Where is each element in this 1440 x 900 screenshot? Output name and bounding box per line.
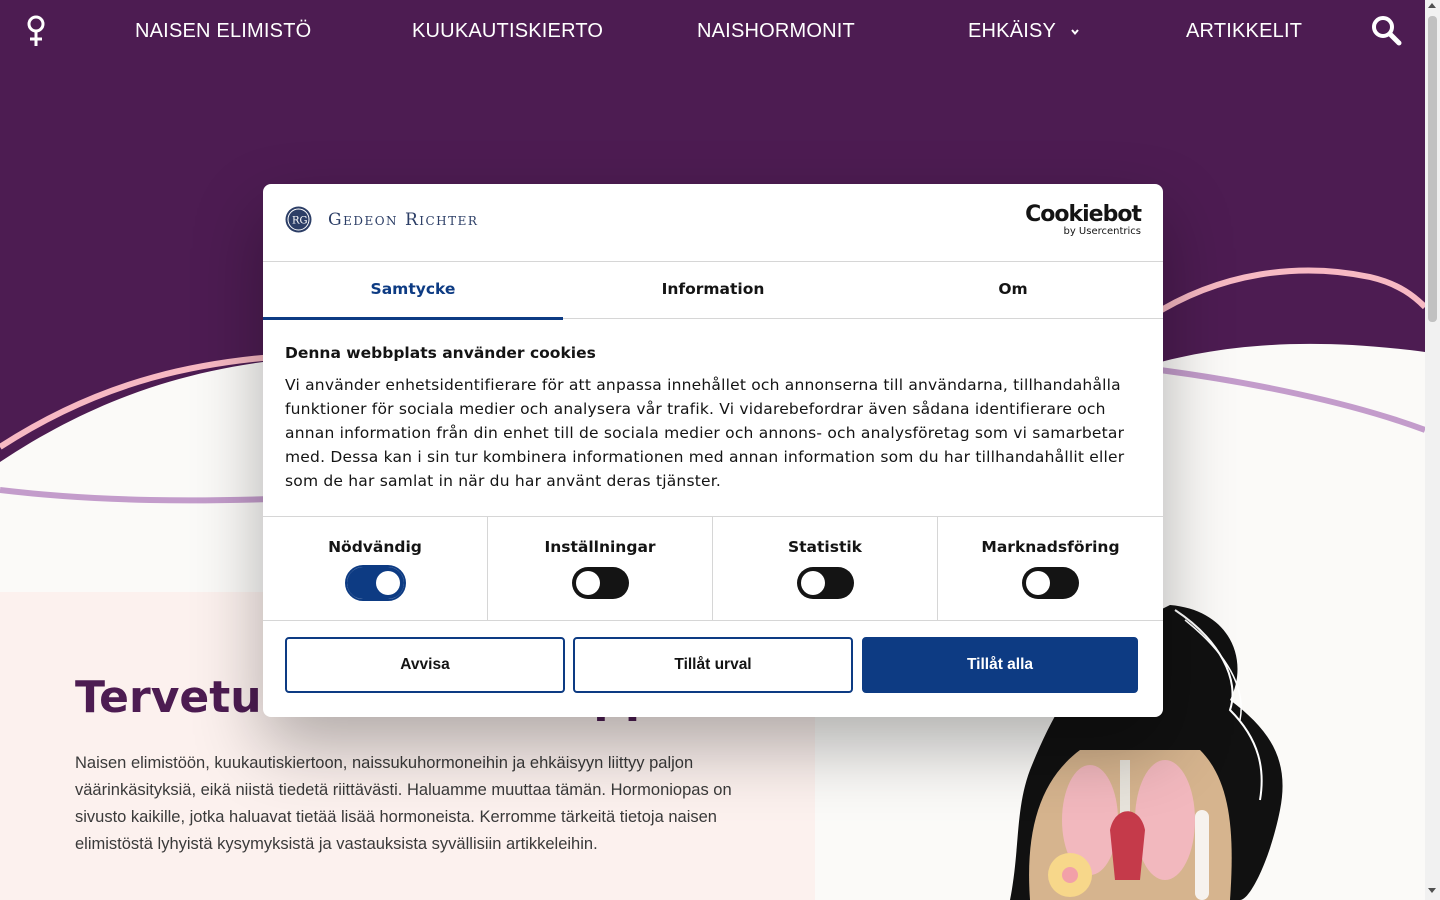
toggle-label-installningar: Inställningar [544, 538, 656, 556]
nav-ehkaisy[interactable]: EHKÄISY [968, 20, 1080, 43]
toggle-statistik[interactable] [796, 567, 854, 599]
gedeon-richter-logo-icon: RG [285, 206, 312, 233]
dialog-body: Denna webbplats använder cookies Vi anvä… [285, 344, 1141, 493]
brand-name: Gedeon Richter [328, 209, 479, 230]
toggle-label-nodvandig: Nödvändig [328, 538, 422, 556]
toggle-label-statistik: Statistik [787, 538, 862, 556]
cookiebot-logo: Cookiebot by Usercentrics [1025, 202, 1142, 238]
toggle-cell-marknadsforing: Marknadsföring [938, 517, 1163, 621]
nav-kuukautiskierto[interactable]: KUUKAUTISKIERTO [412, 20, 603, 43]
female-symbol-icon[interactable] [24, 14, 48, 48]
cookiebot-subtitle: by Usercentrics [1063, 226, 1141, 237]
toggle-cell-statistik: Statistik [713, 517, 938, 621]
tab-om[interactable]: Om [863, 262, 1163, 319]
tab-samtycke[interactable]: Samtycke [263, 262, 563, 320]
dialog-tabs: Samtycke Information Om [263, 262, 1163, 320]
toggle-label-marknadsforing: Marknadsföring [981, 538, 1120, 556]
allow-all-button[interactable]: Tillåt alla [862, 637, 1138, 693]
tab-information[interactable]: Information [563, 262, 863, 319]
allow-selection-button[interactable]: Tillåt urval [573, 637, 853, 693]
toggle-marknadsforing[interactable] [1022, 567, 1079, 599]
toggle-knob [1026, 571, 1050, 595]
toggle-knob [375, 571, 400, 595]
toggle-nodvandig[interactable] [344, 565, 406, 601]
nav-ehkaisy-label: EHKÄISY [968, 20, 1056, 42]
scroll-down-arrow-icon[interactable] [1428, 888, 1436, 893]
toggle-cell-installningar: Inställningar [488, 517, 713, 621]
dialog-heading: Denna webbplats använder cookies [285, 344, 596, 362]
toggle-cell-nodvandig: Nödvändig [263, 517, 488, 621]
cookiebot-name: Cookiebot [1025, 202, 1142, 227]
reject-button[interactable]: Avvisa [285, 637, 565, 693]
toggle-knob [575, 571, 600, 595]
dialog-buttons: Avvisa Tillåt urval Tillåt alla [285, 637, 1141, 693]
cookie-consent-dialog: RG Gedeon Richter Cookiebot by Usercentr… [263, 184, 1163, 717]
dialog-header: RG Gedeon Richter Cookiebot by Usercentr… [263, 184, 1163, 262]
brand-logo: RG Gedeon Richter [285, 206, 478, 233]
intro-text: Naisen elimistöön, kuukautiskiertoon, na… [75, 754, 732, 853]
top-navigation: NAISEN ELIMISTÖ KUUKAUTISKIERTO NAISHORM… [0, 0, 1425, 62]
toggle-installningar[interactable] [571, 567, 629, 599]
svg-text:RG: RG [292, 216, 308, 227]
consent-toggles: Nödvändig Inställningar Statistik Markna… [263, 516, 1163, 621]
toggle-knob [800, 571, 825, 595]
scroll-up-arrow-icon[interactable] [1428, 3, 1436, 8]
chevron-down-icon [1070, 29, 1079, 35]
nav-naisen-elimisto[interactable]: NAISEN ELIMISTÖ [135, 20, 311, 43]
search-icon[interactable] [1370, 14, 1402, 46]
dialog-description: Vi använder enhetsidentifierare för att … [285, 376, 1125, 490]
nav-naishormonit[interactable]: NAISHORMONIT [697, 20, 855, 43]
nav-artikkelit[interactable]: ARTIKKELIT [1186, 20, 1302, 43]
scrollbar-thumb[interactable] [1428, 16, 1437, 322]
